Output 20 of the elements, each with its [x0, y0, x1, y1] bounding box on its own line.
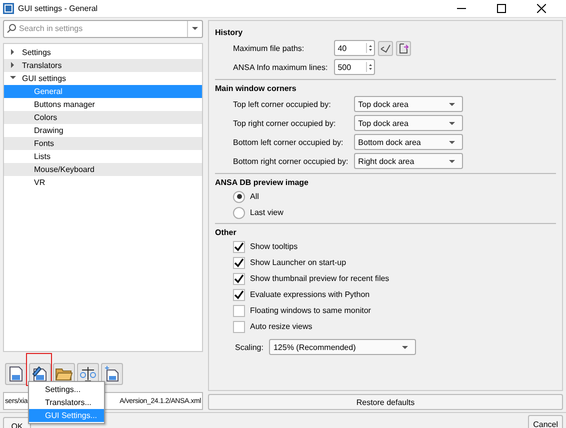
option-label: All — [250, 192, 259, 201]
field-label: Top left corner occupied by: — [233, 100, 332, 108]
field-label: Maximum file paths: — [233, 44, 306, 52]
field-label: Bottom right corner occupied by: — [233, 156, 348, 166]
option-label: Last view — [250, 208, 284, 217]
field-label: Scaling: — [235, 342, 264, 352]
option-label: Show tooltips — [250, 242, 298, 251]
option-label: Auto resize views — [250, 322, 312, 331]
field-label: Bottom left corner occupied by: — [233, 138, 344, 146]
option-label: Show thumbnail preview for recent files — [250, 274, 390, 283]
field-label: Top right corner occupied by: — [233, 118, 337, 128]
section-title: Other — [215, 228, 238, 237]
section-title: ANSA DB preview image — [215, 178, 310, 187]
field-label: ANSA Info maximum lines: — [233, 62, 328, 72]
option-label: Show Launcher on start-up — [250, 258, 346, 267]
option-label: Floating windows to same monitor — [250, 306, 371, 315]
section-title: Main window corners — [215, 84, 298, 93]
option-label: Evaluate expressions with Python — [250, 290, 370, 299]
section-title: History — [215, 28, 244, 37]
window-title: GUI settings - General — [18, 4, 99, 13]
